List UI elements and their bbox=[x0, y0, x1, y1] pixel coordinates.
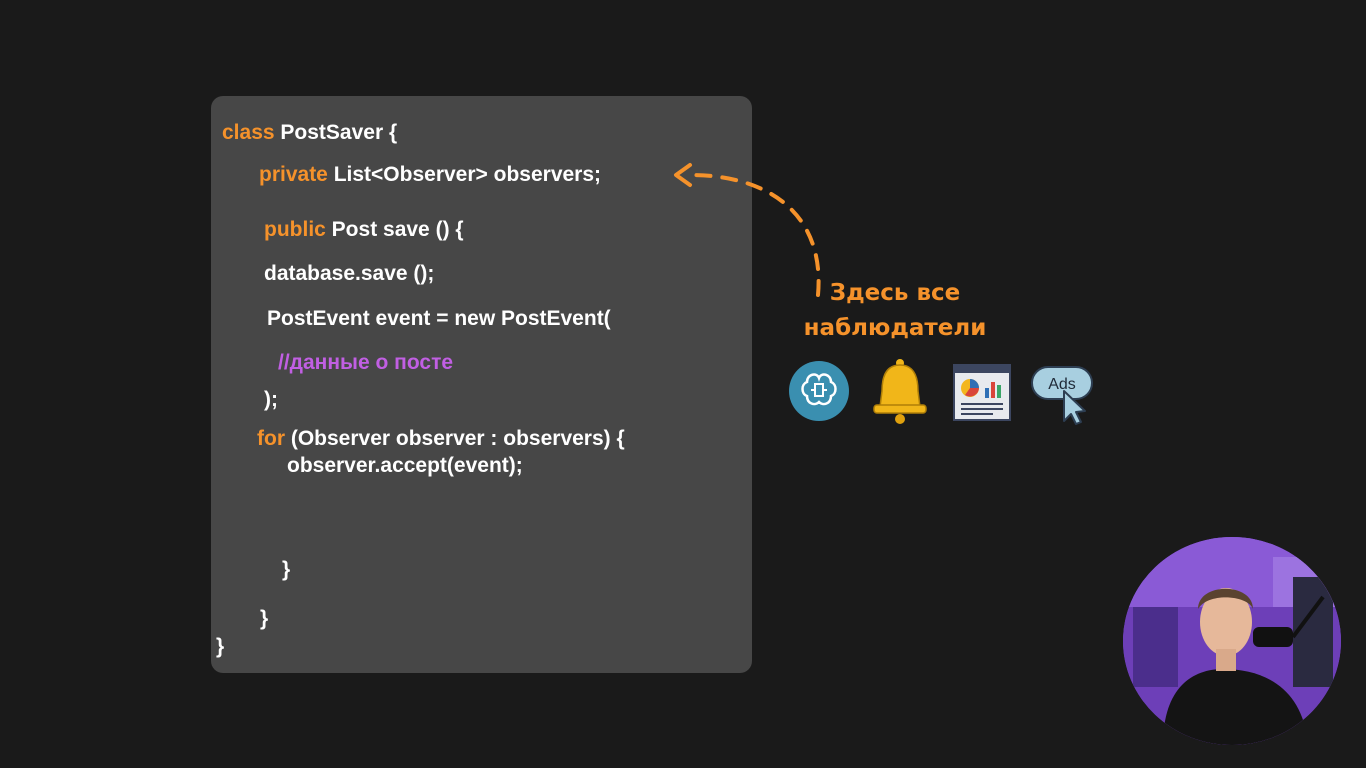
analytics-report-icon bbox=[953, 364, 1011, 421]
code-line-close-paren: ); bbox=[264, 388, 278, 411]
code-line-comment: //данные о посте bbox=[278, 351, 454, 374]
ads-label: Ads bbox=[1048, 376, 1076, 393]
ai-brain-icon bbox=[789, 361, 849, 421]
code-line-close-for: } bbox=[282, 558, 291, 581]
caption-line-1: Здесь все bbox=[829, 280, 961, 306]
code-line-for: for (Observer observer : observers) { bbox=[257, 427, 625, 450]
observers-caption: Здесь все наблюдатели bbox=[790, 276, 1000, 346]
code-line-database-save: database.save (); bbox=[264, 262, 435, 285]
notification-bell-icon bbox=[873, 359, 927, 424]
code-line-method: public Post save () { bbox=[264, 218, 464, 241]
presenter-avatar bbox=[1123, 537, 1341, 745]
code-line-close-class: } bbox=[216, 635, 225, 658]
ads-click-icon: Ads bbox=[1031, 366, 1093, 425]
code-line-close-method: } bbox=[260, 607, 269, 630]
caption-line-2: наблюдатели bbox=[803, 315, 987, 341]
code-line-class: class PostSaver { bbox=[222, 121, 398, 144]
presenter-webcam bbox=[1123, 537, 1341, 745]
code-line-field: private List<Observer> observers; bbox=[259, 163, 602, 186]
code-line-accept: observer.accept(event); bbox=[287, 454, 523, 477]
code-line-post-event: PostEvent event = new PostEvent( bbox=[267, 307, 611, 330]
